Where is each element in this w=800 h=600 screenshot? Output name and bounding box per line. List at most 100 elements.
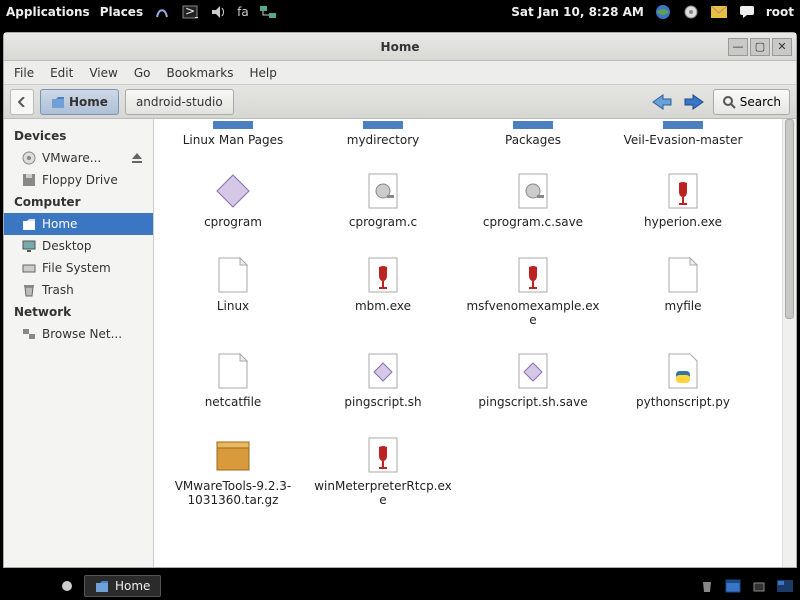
sidebar-item-vmware[interactable]: VMware...	[4, 147, 153, 169]
window-list-icon[interactable]	[724, 577, 742, 595]
maximize-button[interactable]: ▢	[750, 38, 770, 56]
svg-text:>_: >_	[185, 4, 198, 18]
file-item[interactable]: myfile	[608, 253, 758, 337]
file-label: pythonscript.py	[636, 395, 730, 409]
trash-icon	[22, 283, 36, 297]
sidebar-item-filesystem[interactable]: File System	[4, 257, 153, 279]
sidebar-item-floppy[interactable]: Floppy Drive	[4, 169, 153, 191]
sidebar-item-desktop[interactable]: Desktop	[4, 235, 153, 257]
desktop-icon	[22, 239, 36, 253]
python-file-icon	[663, 351, 703, 391]
file-item[interactable]: pingscript.sh	[308, 349, 458, 433]
scrollbar-thumb[interactable]	[785, 119, 794, 319]
source-file-icon	[513, 171, 553, 211]
clock[interactable]: Sat Jan 10, 8:28 AM	[511, 5, 644, 19]
breadcrumb-android-studio[interactable]: android-studio	[125, 89, 234, 115]
nav-forward-button[interactable]	[681, 89, 707, 115]
file-label: netcatfile	[205, 395, 262, 409]
file-item[interactable]: winMeterpreterRtcp.exe	[308, 433, 458, 541]
file-label: cprogram	[204, 215, 262, 229]
trash-tray-icon[interactable]	[698, 577, 716, 595]
terminal-icon[interactable]: >_	[181, 3, 199, 21]
workspace-icon[interactable]	[58, 577, 76, 595]
bottom-panel: Home	[0, 572, 800, 600]
file-label: Packages	[505, 133, 561, 147]
nav-back-button[interactable]	[649, 89, 675, 115]
globe-icon[interactable]	[654, 3, 672, 21]
show-desktop-icon[interactable]	[32, 577, 50, 595]
file-item[interactable]: Veil-Evasion-master	[608, 119, 758, 169]
show-desktop-icon[interactable]	[6, 577, 24, 595]
search-button[interactable]: Search	[713, 89, 790, 115]
file-label: pingscript.sh.save	[478, 395, 587, 409]
disc-icon[interactable]	[682, 3, 700, 21]
sidebar-item-label: VMware...	[42, 151, 101, 165]
scrollbar[interactable]	[782, 119, 796, 567]
source-file-icon	[363, 171, 403, 211]
applications-menu[interactable]: Applications	[6, 5, 90, 19]
file-item[interactable]: pythonscript.py	[608, 349, 758, 433]
file-item[interactable]: Packages	[458, 119, 608, 169]
file-item[interactable]: mydirectory	[308, 119, 458, 169]
file-label: myfile	[664, 299, 701, 313]
user-menu[interactable]: root	[766, 5, 794, 19]
minimize-button[interactable]: —	[728, 38, 748, 56]
file-item[interactable]: mbm.exe	[308, 253, 458, 337]
menu-help[interactable]: Help	[250, 66, 277, 80]
menu-file[interactable]: File	[14, 66, 34, 80]
file-item[interactable]: netcatfile	[158, 349, 308, 433]
eject-icon[interactable]	[131, 152, 143, 164]
file-label: mbm.exe	[355, 299, 411, 313]
folder-icon	[213, 121, 253, 129]
mail-icon[interactable]	[710, 3, 728, 21]
file-item[interactable]: cprogram.c.save	[458, 169, 608, 253]
menu-go[interactable]: Go	[134, 66, 151, 80]
file-item[interactable]: pingscript.sh.save	[458, 349, 608, 433]
menu-view[interactable]: View	[89, 66, 117, 80]
file-item[interactable]: VMwareTools-9.2.3-1031360.tar.gz	[158, 433, 308, 541]
close-button[interactable]: ✕	[772, 38, 792, 56]
file-item[interactable]: cprogram.c	[308, 169, 458, 253]
titlebar[interactable]: Home — ▢ ✕	[4, 33, 796, 61]
menu-bookmarks[interactable]: Bookmarks	[166, 66, 233, 80]
menu-edit[interactable]: Edit	[50, 66, 73, 80]
text-file-icon	[663, 255, 703, 295]
executable-icon	[213, 171, 253, 211]
places-menu[interactable]: Places	[100, 5, 143, 19]
sidebar-section-network: Network	[4, 301, 153, 323]
sidebar-item-label: Floppy Drive	[42, 173, 118, 187]
path-back-button[interactable]	[10, 89, 34, 115]
search-icon	[722, 95, 736, 109]
kali-icon[interactable]	[153, 3, 171, 21]
file-label: mydirectory	[347, 133, 419, 147]
file-item[interactable]: Linux	[158, 253, 308, 337]
file-item[interactable]: Linux Man Pages	[158, 119, 308, 169]
tray-icon[interactable]	[750, 577, 768, 595]
archive-icon	[213, 435, 253, 475]
sidebar-item-label: Browse Net...	[42, 327, 122, 341]
file-label: pingscript.sh	[344, 395, 421, 409]
breadcrumb-home[interactable]: Home	[40, 89, 119, 115]
wine-exe-icon	[513, 255, 553, 295]
workspace-switcher-icon[interactable]	[776, 577, 794, 595]
keyboard-indicator[interactable]: fa	[237, 5, 249, 19]
sidebar-item-trash[interactable]: Trash	[4, 279, 153, 301]
icon-view[interactable]: Linux Man Pages mydirectory Packages Vei…	[154, 119, 782, 567]
file-item[interactable]: hyperion.exe	[608, 169, 758, 253]
home-folder-icon	[51, 95, 65, 109]
sidebar-item-browse-network[interactable]: Browse Net...	[4, 323, 153, 345]
file-label: Linux	[217, 299, 249, 313]
script-file-icon	[513, 351, 553, 391]
sidebar-item-home[interactable]: Home	[4, 213, 153, 235]
network-drive-icon	[22, 327, 36, 341]
file-item[interactable]: cprogram	[158, 169, 308, 253]
network-icon[interactable]	[259, 3, 277, 21]
wine-exe-icon	[363, 435, 403, 475]
file-item[interactable]: msfvenomexample.exe	[458, 253, 608, 349]
text-file-icon	[213, 351, 253, 391]
volume-icon[interactable]	[209, 3, 227, 21]
drive-icon	[22, 261, 36, 275]
sidebar-item-label: Home	[42, 217, 77, 231]
taskbar-item-home[interactable]: Home	[84, 575, 161, 597]
sidebar-section-computer: Computer	[4, 191, 153, 213]
